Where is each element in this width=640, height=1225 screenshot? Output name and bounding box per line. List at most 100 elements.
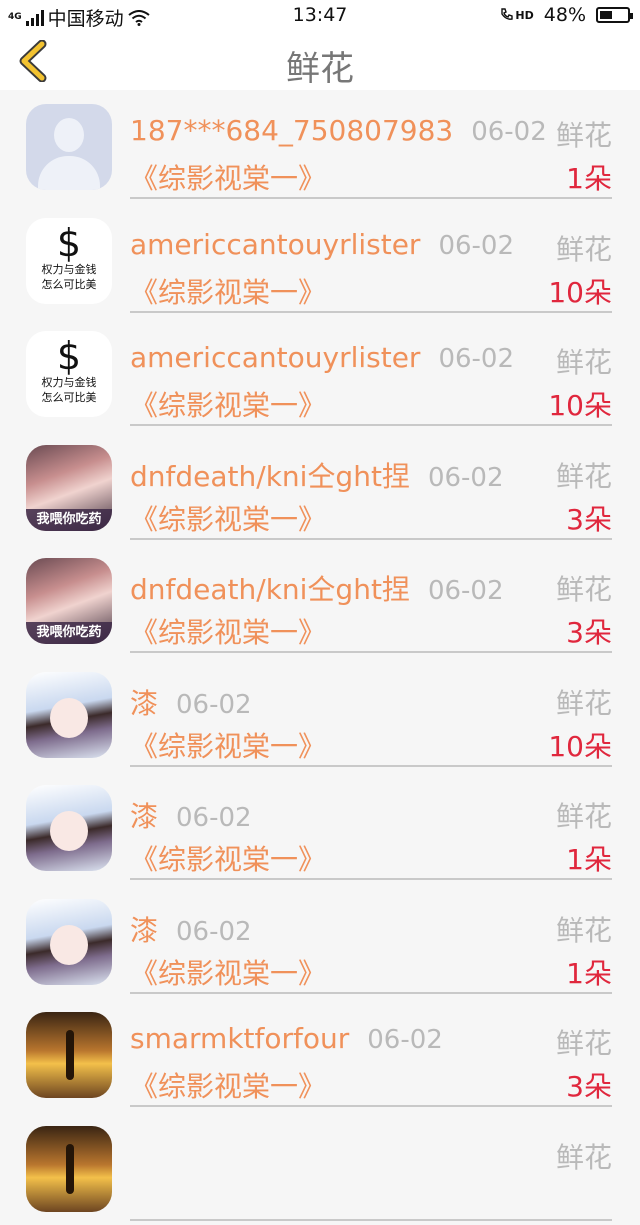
sender-name[interactable]: dnfdeath/kni仝ght捏 06-02 — [130, 455, 504, 495]
list-item[interactable]: 我喂你吃药 dnfdeath/kni仝ght捏06-02 鲜花《综影视棠一》 3朵 — [0, 544, 640, 658]
flower-count: 3朵 — [566, 498, 612, 538]
sender-name[interactable]: 漆 06-02 — [130, 909, 252, 949]
list-item[interactable]: 漆06-02鲜花《综影视棠一》1朵 — [0, 885, 640, 999]
nav-bar: 鲜花 — [0, 32, 640, 90]
row-divider — [130, 1219, 612, 1221]
list-item[interactable]: 我喂你吃药 dnfdeath/kni仝ght捏 06-02 鲜花《综影视棠一》 3朵 — [0, 431, 640, 545]
gift-type: 鲜花 — [556, 114, 612, 154]
gift-type: 鲜花 — [556, 1022, 612, 1062]
avatar[interactable]: 我喂你吃药 — [26, 445, 112, 531]
list-item[interactable]: $权力与金钱怎么可比美 americcantouyrlister 06-02 鲜花《综… — [0, 204, 640, 318]
sender-username: 漆 — [130, 914, 158, 947]
gift-type: 鲜花 — [556, 909, 612, 949]
avatar[interactable]: $权力与金钱怎么可比美 — [26, 331, 112, 417]
book-title-link[interactable]: 《综影视棠一》 — [130, 498, 326, 538]
row-divider — [130, 651, 612, 653]
avatar-text: 权力与金钱 — [26, 262, 112, 277]
battery-icon — [596, 7, 630, 23]
row-divider — [130, 765, 612, 767]
book-title-link[interactable]: 《综影视棠一》 — [130, 1065, 326, 1105]
book-title-link[interactable]: 《综影视棠一》 — [130, 271, 326, 311]
flower-count: 3朵 — [566, 1065, 612, 1105]
avatar[interactable] — [26, 672, 112, 758]
sender-name[interactable]: americcantouyrlister 06-02 — [130, 228, 514, 261]
page-title: 鲜花 — [0, 41, 640, 90]
flower-count: 3朵 — [566, 611, 612, 651]
gift-date: 06-02 — [428, 463, 504, 493]
sender-name[interactable]: smarmktforfour06-02 — [130, 1022, 443, 1055]
avatar-caption: 我喂你吃药 — [26, 509, 112, 531]
gift-type: 鲜花 — [556, 228, 612, 268]
gift-type: 鲜花 — [556, 1136, 612, 1176]
sender-name[interactable]: 187***684_75080798306-02 — [130, 114, 547, 147]
avatar-figure — [66, 1144, 74, 1194]
sender-username: 187***684_750807983 — [130, 114, 453, 147]
row-divider — [130, 311, 612, 313]
hd-call-icon: HD — [499, 7, 533, 23]
book-title-link[interactable]: 《综影视棠一》 — [130, 838, 326, 878]
gift-date: 06-02 — [438, 231, 514, 261]
book-title-link[interactable]: 《综影视棠一》 — [130, 157, 326, 197]
sender-name[interactable] — [130, 1136, 148, 1169]
sender-name[interactable]: dnfdeath/kni仝ght捏06-02 — [130, 568, 504, 608]
row-divider — [130, 197, 612, 199]
row-divider — [130, 1105, 612, 1107]
flower-count: 10朵 — [548, 725, 612, 765]
sender-username: 漆 — [130, 687, 158, 720]
avatar[interactable] — [26, 1012, 112, 1098]
book-title-link[interactable]: 《综影视棠一》 — [130, 611, 326, 651]
avatar-text: 权力与金钱 — [26, 375, 112, 390]
row-divider — [130, 538, 612, 540]
sender-name[interactable]: 漆 06-02 — [130, 682, 252, 722]
flower-count: 10朵 — [548, 384, 612, 424]
sender-username: americcantouyrlister — [130, 341, 420, 374]
avatar-face — [50, 925, 88, 965]
gift-date: 06-02 — [438, 344, 514, 374]
avatar-face — [50, 698, 88, 738]
gift-type: 鲜花 — [556, 341, 612, 381]
gift-date: 06-02 — [176, 917, 252, 947]
sender-name[interactable]: 漆06-02 — [130, 795, 252, 835]
sender-username: dnfdeath/kni仝ght捏 — [130, 460, 410, 493]
avatar-figure — [66, 1030, 74, 1080]
book-title-link[interactable]: 《综影视棠一》 — [130, 725, 326, 765]
avatar[interactable] — [26, 104, 112, 190]
dollar-icon: $ — [26, 337, 112, 375]
avatar-head — [54, 118, 84, 152]
status-right: HD 48% — [499, 4, 630, 26]
book-title-link[interactable]: 《综影视棠一》 — [130, 952, 326, 992]
gift-date: 06-02 — [176, 690, 252, 720]
gift-type: 鲜花 — [556, 568, 612, 608]
avatar[interactable] — [26, 785, 112, 871]
avatar-face — [50, 811, 88, 851]
battery-percent: 48% — [544, 4, 586, 26]
list-item[interactable]: 漆06-02鲜花《综影视棠一》1朵 — [0, 771, 640, 885]
list-item[interactable]: $权力与金钱怎么可比美 americcantouyrlister 06-02 鲜花《综… — [0, 317, 640, 431]
gift-type: 鲜花 — [556, 795, 612, 835]
avatar[interactable] — [26, 1126, 112, 1212]
list-item[interactable]: smarmktforfour06-02 鲜花《综影视棠一》 3朵 — [0, 998, 640, 1112]
sender-name[interactable]: americcantouyrlister 06-02 — [130, 341, 514, 374]
book-title-link[interactable]: 《综影视棠一》 — [130, 384, 326, 424]
avatar[interactable] — [26, 899, 112, 985]
sender-username: dnfdeath/kni仝ght捏 — [130, 573, 410, 606]
avatar-body — [38, 156, 100, 190]
list-item[interactable]: 187***684_75080798306-02鲜花《综影视棠一》1朵 — [0, 90, 640, 204]
dollar-icon: $ — [26, 224, 112, 262]
avatar-caption: 我喂你吃药 — [26, 622, 112, 644]
avatar[interactable]: 我喂你吃药 — [26, 558, 112, 644]
battery-fill — [600, 11, 612, 19]
avatar-text: 怎么可比美 — [26, 277, 112, 292]
gift-type: 鲜花 — [556, 682, 612, 722]
gift-type: 鲜花 — [556, 455, 612, 495]
avatar-text: 怎么可比美 — [26, 390, 112, 405]
list-item[interactable]: 鲜花 — [0, 1112, 640, 1225]
flower-count: 10朵 — [548, 271, 612, 311]
flower-gift-list: 187***684_75080798306-02鲜花《综影视棠一》1朵$权力与金… — [0, 90, 640, 1225]
avatar[interactable]: $权力与金钱怎么可比美 — [26, 218, 112, 304]
row-divider — [130, 992, 612, 994]
list-item[interactable]: 漆 06-02 鲜花《综影视棠一》 10朵 — [0, 658, 640, 772]
sender-username: americcantouyrlister — [130, 228, 420, 261]
row-divider — [130, 424, 612, 426]
hd-label: HD — [515, 9, 533, 22]
